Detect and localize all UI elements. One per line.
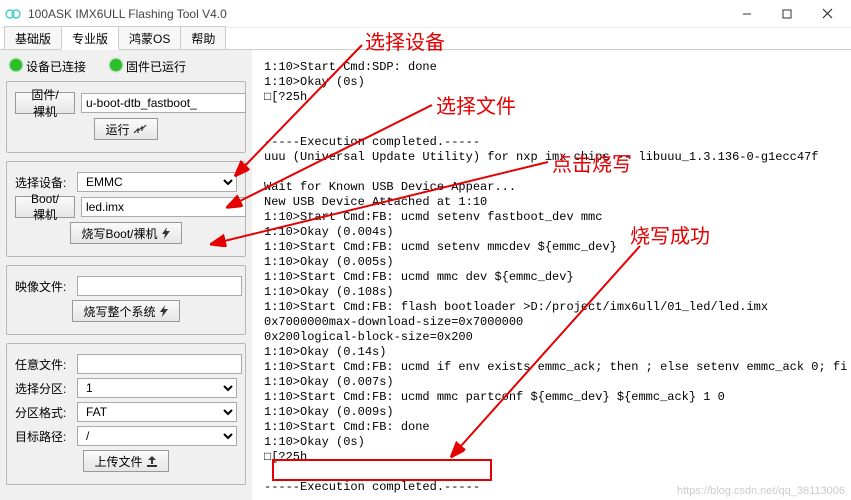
anyfile-group: 任意文件: 选择分区: 1 分区格式: FAT 目标路径: / 上传文件 xyxy=(6,343,246,485)
path-select[interactable]: / xyxy=(77,426,237,446)
annotation-click-flash: 点击烧写 xyxy=(552,148,632,177)
lightning-icon xyxy=(159,305,169,317)
status-dot-icon xyxy=(110,59,122,71)
app-icon xyxy=(4,5,22,23)
tab-pro[interactable]: 专业版 xyxy=(61,26,119,50)
window-title: 100ASK IMX6ULL Flashing Tool V4.0 xyxy=(28,7,727,21)
boot-label-button[interactable]: Boot/裸机 xyxy=(15,196,75,218)
status-row: 设备已连接 固件已运行 xyxy=(6,56,246,81)
firmware-label-button[interactable]: 固件/裸机 xyxy=(15,92,75,114)
run-button[interactable]: 运行 xyxy=(94,118,157,140)
anyfile-label: 任意文件: xyxy=(15,356,71,373)
path-label: 目标路径: xyxy=(15,428,71,445)
tab-harmony[interactable]: 鸿蒙OS xyxy=(118,26,181,49)
device-select[interactable]: EMMC xyxy=(77,172,237,192)
image-label: 映像文件: xyxy=(15,278,71,295)
anyfile-input[interactable] xyxy=(77,354,242,374)
window-titlebar: 100ASK IMX6ULL Flashing Tool V4.0 xyxy=(0,0,851,28)
console-output: 1:10>Start Cmd:SDP: done 1:10>Okay (0s) … xyxy=(264,60,851,496)
image-group: 映像文件: 烧写整个系统 xyxy=(6,265,246,335)
device-boot-group: 选择设备: EMMC Boot/裸机 烧写Boot/裸机 xyxy=(6,161,246,257)
close-button[interactable] xyxy=(807,0,847,28)
highlight-box xyxy=(272,459,492,481)
partition-label: 选择分区: xyxy=(15,380,71,397)
annotation-select-file: 选择文件 xyxy=(436,90,516,119)
device-label: 选择设备: xyxy=(15,174,71,191)
left-panel: 设备已连接 固件已运行 固件/裸机 运行 选择设备: EMMC Boot/裸机 … xyxy=(0,50,252,500)
lightning-icon xyxy=(161,227,171,239)
status-dot-icon xyxy=(10,59,22,71)
tab-basic[interactable]: 基础版 xyxy=(4,26,62,49)
status-connected: 设备已连接 xyxy=(10,58,86,75)
upload-button[interactable]: 上传文件 xyxy=(83,450,168,472)
flash-system-button[interactable]: 烧写整个系统 xyxy=(72,300,179,322)
watermark: https://blog.csdn.net/qq_38113006 xyxy=(677,485,845,497)
boot-file-input[interactable] xyxy=(81,197,246,217)
flash-boot-button[interactable]: 烧写Boot/裸机 xyxy=(70,222,181,244)
format-label: 分区格式: xyxy=(15,404,71,421)
tab-help[interactable]: 帮助 xyxy=(180,26,226,49)
annotation-flash-success: 烧写成功 xyxy=(630,220,710,249)
partition-select[interactable]: 1 xyxy=(77,378,237,398)
firmware-group: 固件/裸机 运行 xyxy=(6,81,246,153)
upload-icon xyxy=(146,455,158,467)
minimize-button[interactable] xyxy=(727,0,767,28)
run-icon xyxy=(133,123,147,135)
firmware-input[interactable] xyxy=(81,93,246,113)
console-panel: 1:10>Start Cmd:SDP: done 1:10>Okay (0s) … xyxy=(252,50,851,500)
image-file-input[interactable] xyxy=(77,276,242,296)
maximize-button[interactable] xyxy=(767,0,807,28)
status-running: 固件已运行 xyxy=(110,58,186,75)
annotation-select-device: 选择设备 xyxy=(365,26,445,55)
format-select[interactable]: FAT xyxy=(77,402,237,422)
